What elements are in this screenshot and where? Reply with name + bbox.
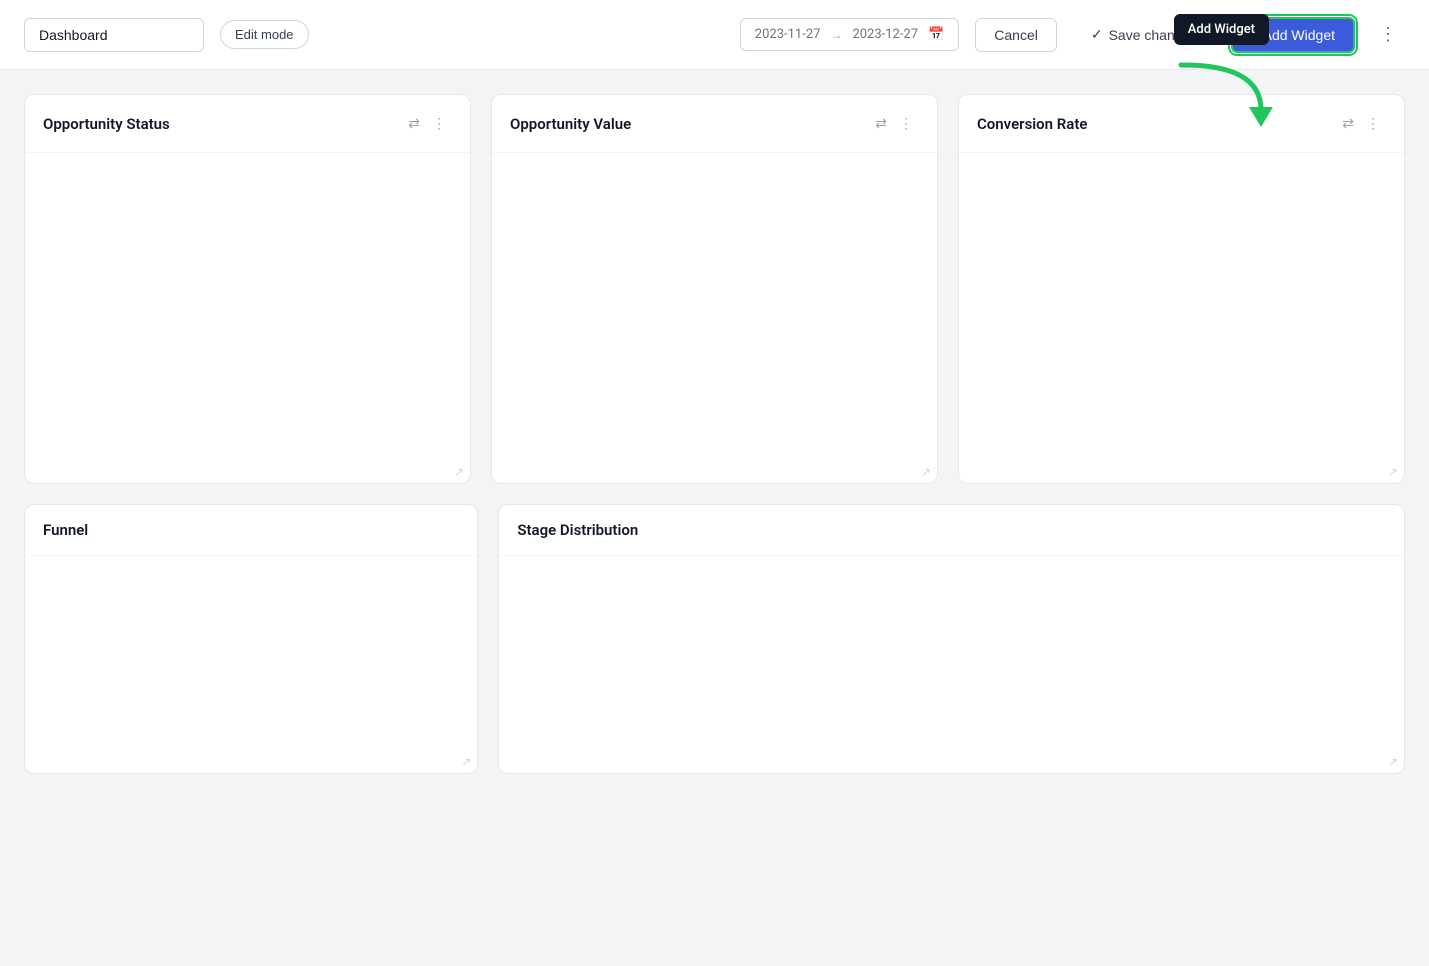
widget-body-stage-distribution: ↗ (499, 556, 1404, 773)
widget-opportunity-value: Opportunity Value ⇄ ⋮ ↗ (491, 94, 938, 484)
widget-title-opportunity-status: Opportunity Status (43, 115, 402, 133)
more-icon-2: ⋮ (899, 115, 913, 131)
widget-body-funnel: ↗ (25, 556, 477, 773)
filter-icon-1: ⇄ (408, 115, 420, 131)
widget-opportunity-status: Opportunity Status ⇄ ⋮ ↗ (24, 94, 471, 484)
date-end: 2023-12-27 (852, 27, 918, 42)
tooltip-label: Add Widget (1188, 22, 1255, 37)
dashboard-input[interactable] (24, 18, 204, 52)
widget-filter-button-3[interactable]: ⇄ (1336, 111, 1360, 136)
more-icon-1: ⋮ (432, 115, 446, 131)
widget-body-3: ↗ (959, 153, 1404, 483)
filter-icon-2: ⇄ (875, 115, 887, 131)
more-dots-icon: ⋮ (1379, 24, 1397, 44)
edit-mode-label: Edit mode (235, 27, 294, 42)
widget-body-1: ↗ (25, 153, 470, 483)
widget-header-stage-distribution: Stage Distribution (499, 505, 1404, 556)
widget-header-funnel: Funnel (25, 505, 477, 556)
widget-title-funnel: Funnel (43, 521, 459, 539)
widget-header-conversion-rate: Conversion Rate ⇄ ⋮ (959, 95, 1404, 153)
widget-title-conversion-rate: Conversion Rate (977, 115, 1336, 133)
widget-row-1: Opportunity Status ⇄ ⋮ ↗ Opportunity Val… (24, 94, 1405, 484)
cancel-label: Cancel (994, 27, 1038, 43)
widget-more-button-1[interactable]: ⋮ (426, 111, 452, 136)
add-widget-tooltip: Add Widget (1174, 14, 1269, 45)
edit-mode-button[interactable]: Edit mode (220, 20, 309, 49)
widget-more-button-2[interactable]: ⋮ (893, 111, 919, 136)
resize-handle-stage[interactable]: ↗ (1388, 755, 1398, 769)
widget-body-2: ↗ (492, 153, 937, 483)
more-icon-3: ⋮ (1366, 115, 1380, 131)
widget-title-opportunity-value: Opportunity Value (510, 115, 869, 133)
widget-stage-distribution: Stage Distribution ↗ (498, 504, 1405, 774)
cancel-button[interactable]: Cancel (975, 18, 1057, 52)
filter-icon-3: ⇄ (1342, 115, 1354, 131)
resize-handle-1[interactable]: ↗ (454, 465, 464, 479)
widget-row-2: Funnel ↗ Stage Distribution ↗ (24, 504, 1405, 774)
resize-handle-3[interactable]: ↗ (1388, 465, 1398, 479)
widget-more-button-3[interactable]: ⋮ (1360, 111, 1386, 136)
resize-handle-2[interactable]: ↗ (921, 465, 931, 479)
date-arrow-icon: → (830, 28, 842, 42)
widget-conversion-rate: Conversion Rate ⇄ ⋮ ↗ (958, 94, 1405, 484)
main-content: Opportunity Status ⇄ ⋮ ↗ Opportunity Val… (0, 70, 1429, 798)
widget-header-opportunity-value: Opportunity Value ⇄ ⋮ (492, 95, 937, 153)
calendar-icon: 📅 (928, 27, 944, 42)
check-icon: ✓ (1091, 26, 1103, 43)
widget-funnel: Funnel ↗ (24, 504, 478, 774)
more-options-button[interactable]: ⋮ (1371, 20, 1405, 49)
date-start: 2023-11-27 (755, 27, 821, 42)
widget-title-stage-distribution: Stage Distribution (517, 521, 1386, 539)
widget-header-opportunity-status: Opportunity Status ⇄ ⋮ (25, 95, 470, 153)
widget-filter-button-1[interactable]: ⇄ (402, 111, 426, 136)
widget-filter-button-2[interactable]: ⇄ (869, 111, 893, 136)
date-range-picker[interactable]: 2023-11-27 → 2023-12-27 📅 (740, 18, 959, 51)
resize-handle-funnel[interactable]: ↗ (461, 755, 471, 769)
